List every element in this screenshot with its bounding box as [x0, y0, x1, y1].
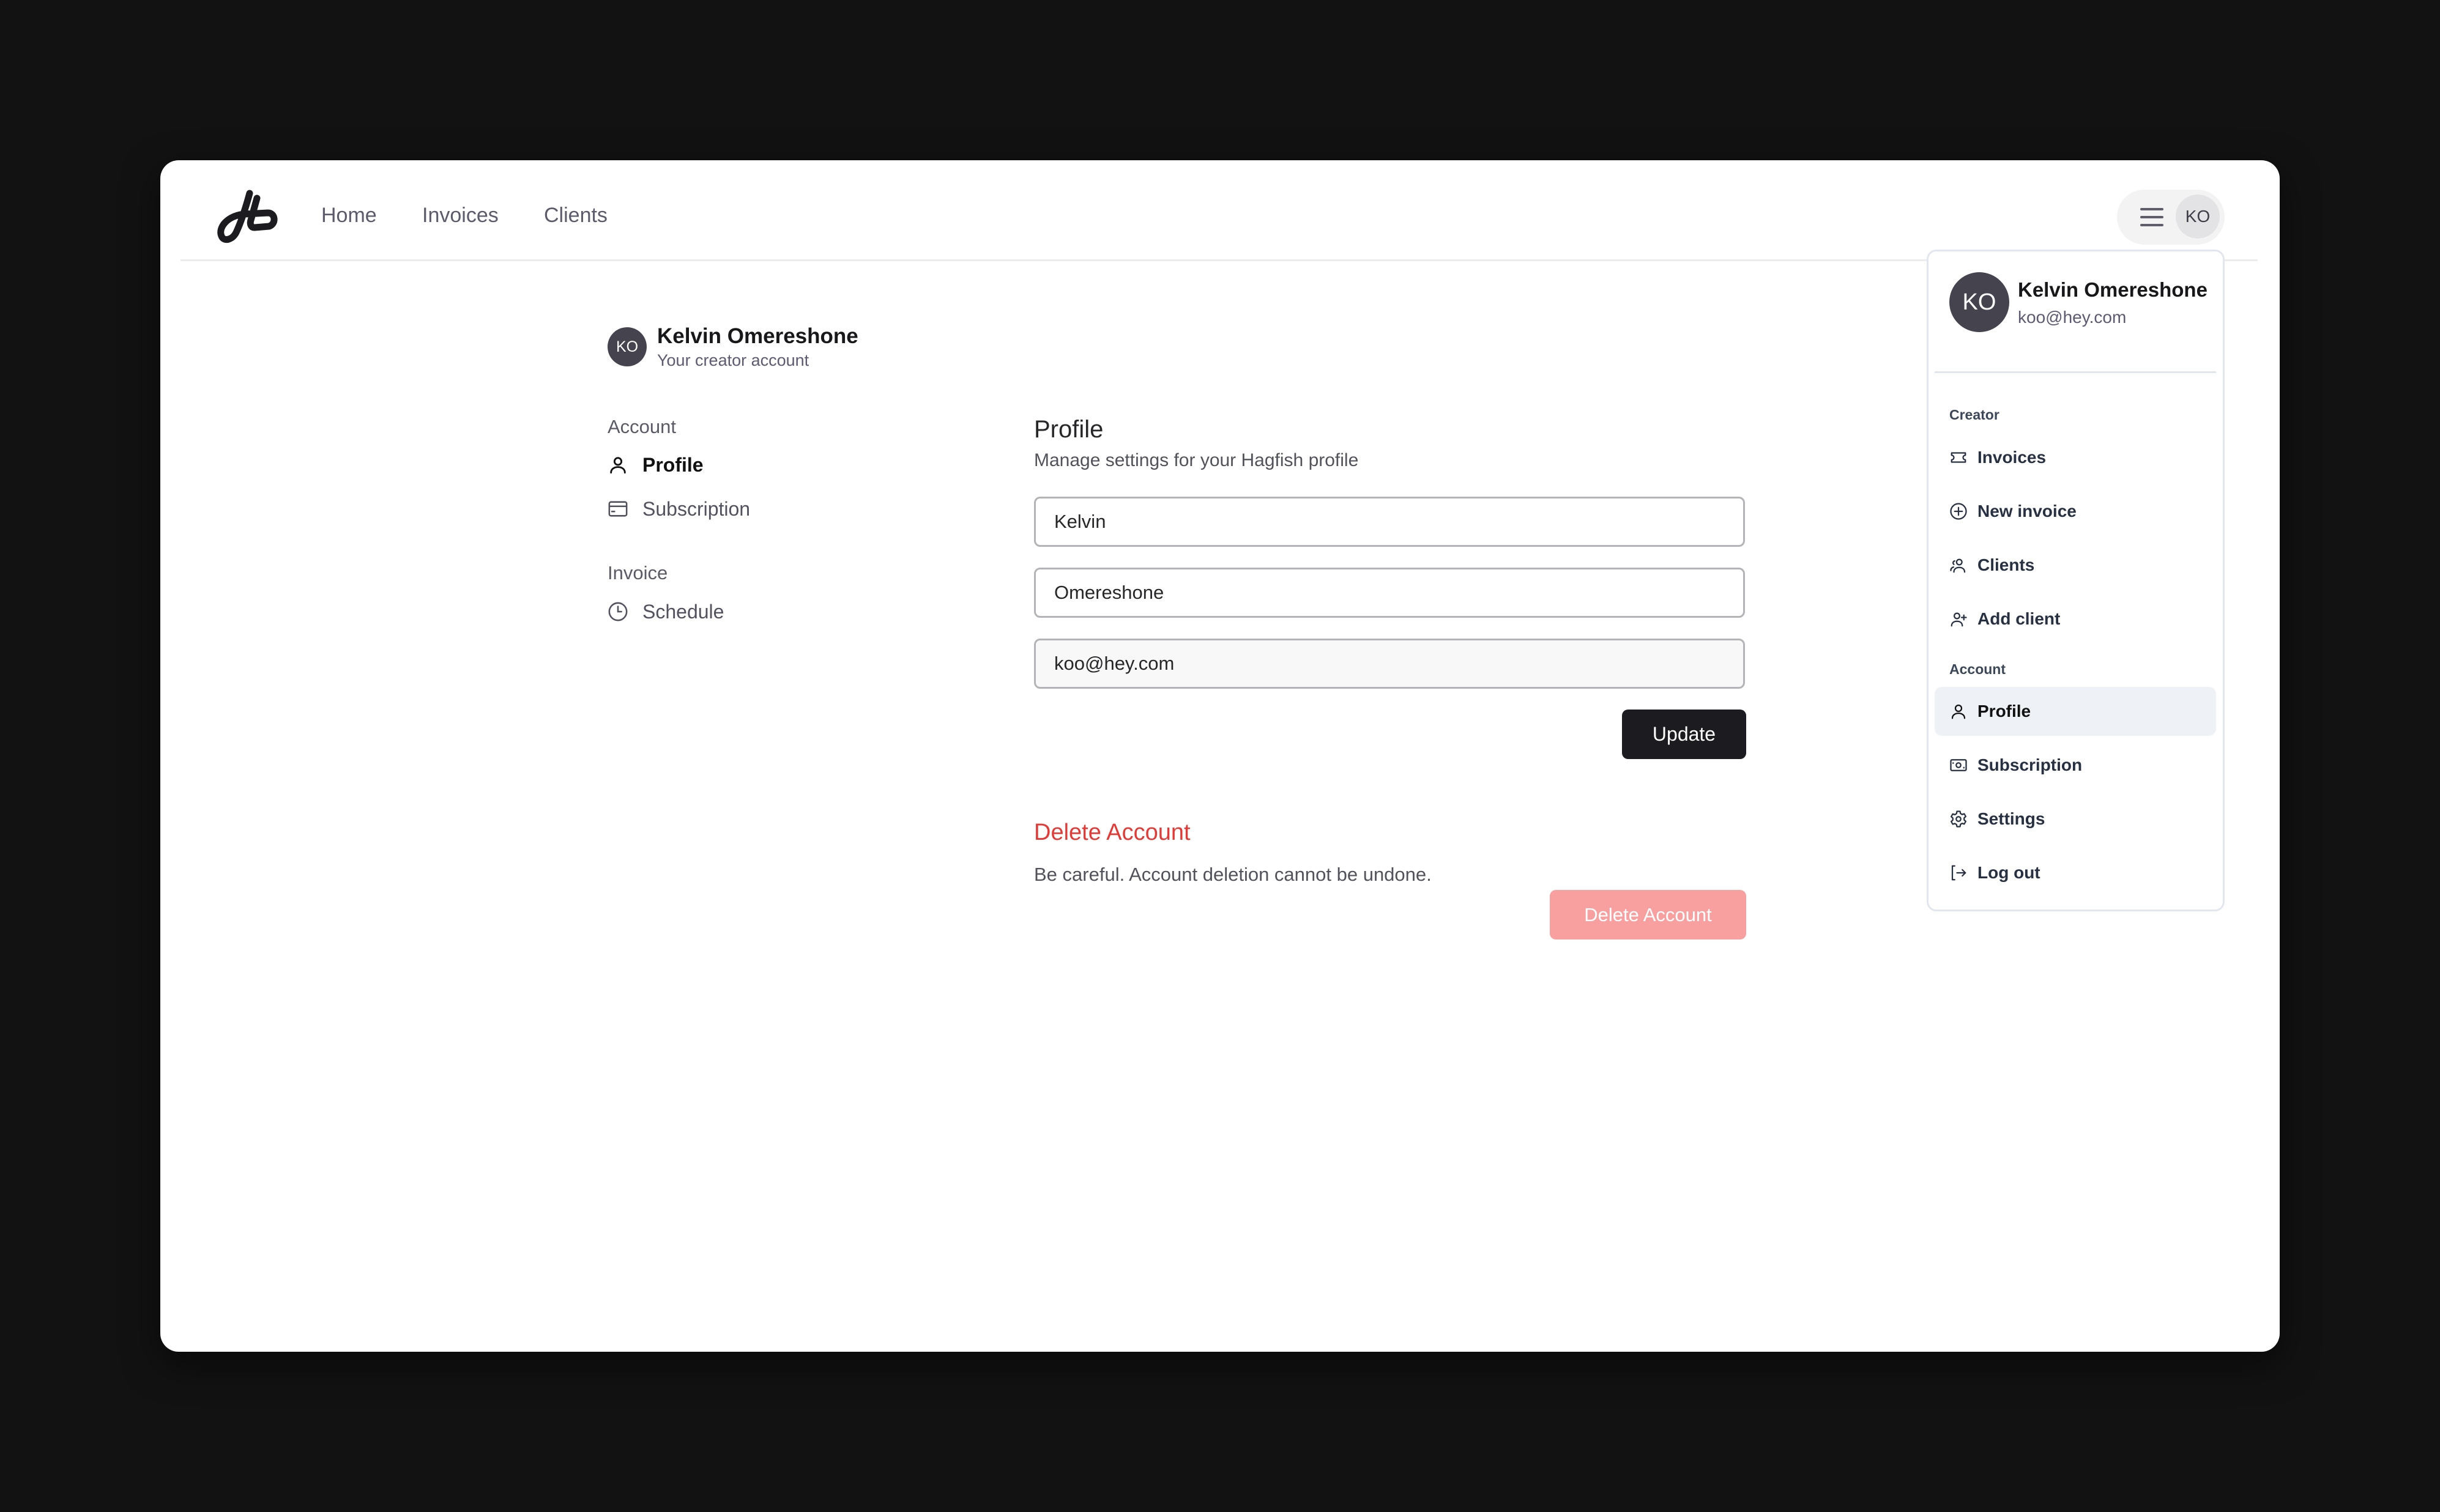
- ticket-icon: [1951, 452, 1966, 463]
- nav-invoices[interactable]: Invoices: [422, 203, 499, 228]
- user-icon: [610, 457, 626, 474]
- dropdown-user-name: Kelvin Omereshone: [2018, 278, 2208, 301]
- dropdown-item-label: Invoices: [1977, 448, 2047, 467]
- sidebar-item-profile[interactable]: Profile: [608, 451, 704, 478]
- hagfish-logo[interactable]: [214, 188, 281, 245]
- dropdown-item-logout[interactable]: Log out: [1935, 848, 2216, 897]
- avatar: KO: [2176, 195, 2220, 239]
- dropdown-item-label: New invoice: [1977, 502, 2077, 521]
- sidebar-item-label: Subscription: [642, 497, 751, 520]
- dropdown-item-label: Log out: [1977, 863, 2040, 882]
- dropdown-item-label: Settings: [1977, 809, 2045, 828]
- dropdown-item-clients[interactable]: Clients: [1935, 541, 2216, 590]
- user-plus-icon: [1951, 612, 1967, 627]
- email-input[interactable]: [1034, 639, 1745, 689]
- profile-description: Manage settings for your Hagfish profile: [1034, 450, 1359, 470]
- nav-home[interactable]: Home: [321, 203, 377, 228]
- sidebar-item-schedule[interactable]: Schedule: [608, 598, 724, 625]
- sidebar-item-label: Profile: [642, 453, 704, 476]
- update-button[interactable]: Update: [1622, 710, 1746, 759]
- dropdown-section-account: Account: [1949, 661, 2006, 677]
- clock-icon: [608, 602, 628, 621]
- delete-account-title: Delete Account: [1034, 820, 1191, 845]
- account-avatar: KO: [608, 327, 647, 366]
- logout-icon: [1951, 865, 1966, 881]
- app-window: Home Invoices Clients KO KO Kelvin Omere…: [160, 160, 2280, 1352]
- dropdown-item-add-client[interactable]: Add client: [1935, 595, 2216, 643]
- dropdown-item-profile[interactable]: Profile: [1935, 687, 2216, 736]
- dropdown-item-new-invoice[interactable]: New invoice: [1935, 487, 2216, 536]
- users-icon: [1950, 558, 1966, 573]
- sidebar-section-account: Account: [608, 416, 677, 437]
- gear-icon: [1951, 810, 1966, 828]
- dropdown-item-subscription[interactable]: Subscription: [1935, 741, 2216, 790]
- account-name: Kelvin Omereshone: [657, 324, 858, 348]
- user-icon: [1951, 704, 1966, 719]
- delete-account-description: Be careful. Account deletion cannot be u…: [1034, 864, 1432, 885]
- sidebar-item-subscription[interactable]: Subscription: [608, 495, 750, 522]
- sidebar-item-label: Schedule: [642, 600, 724, 623]
- first-name-input[interactable]: [1034, 497, 1745, 547]
- dropdown-item-label: Clients: [1977, 555, 2035, 574]
- dropdown-item-settings[interactable]: Settings: [1935, 795, 2216, 843]
- credit-card-icon: [608, 501, 628, 517]
- hamburger-icon: [2140, 208, 2163, 226]
- dropdown-divider: [1935, 371, 2216, 373]
- delete-account-button[interactable]: Delete Account: [1550, 890, 1746, 939]
- account-subtitle: Your creator account: [657, 351, 809, 369]
- dropdown-user-email: koo@hey.com: [2018, 308, 2127, 327]
- user-menu-toggle[interactable]: KO: [2117, 190, 2225, 245]
- dropdown-avatar: KO: [1949, 272, 2009, 332]
- dropdown-item-label: Subscription: [1977, 755, 2083, 774]
- dropdown-item-invoices[interactable]: Invoices: [1935, 433, 2216, 482]
- banknote-icon: [1950, 759, 1967, 771]
- profile-title: Profile: [1034, 416, 1104, 443]
- sidebar-section-invoice: Invoice: [608, 562, 668, 584]
- dropdown-item-label: Add client: [1977, 609, 2061, 628]
- plus-circle-icon: [1950, 503, 1967, 520]
- nav-clients[interactable]: Clients: [544, 203, 608, 228]
- dropdown-item-label: Profile: [1977, 702, 2031, 721]
- user-dropdown-menu: KO Kelvin Omereshone koo@hey.com Creator…: [1927, 250, 2225, 911]
- dropdown-section-creator: Creator: [1949, 407, 1999, 423]
- last-name-input[interactable]: [1034, 568, 1745, 618]
